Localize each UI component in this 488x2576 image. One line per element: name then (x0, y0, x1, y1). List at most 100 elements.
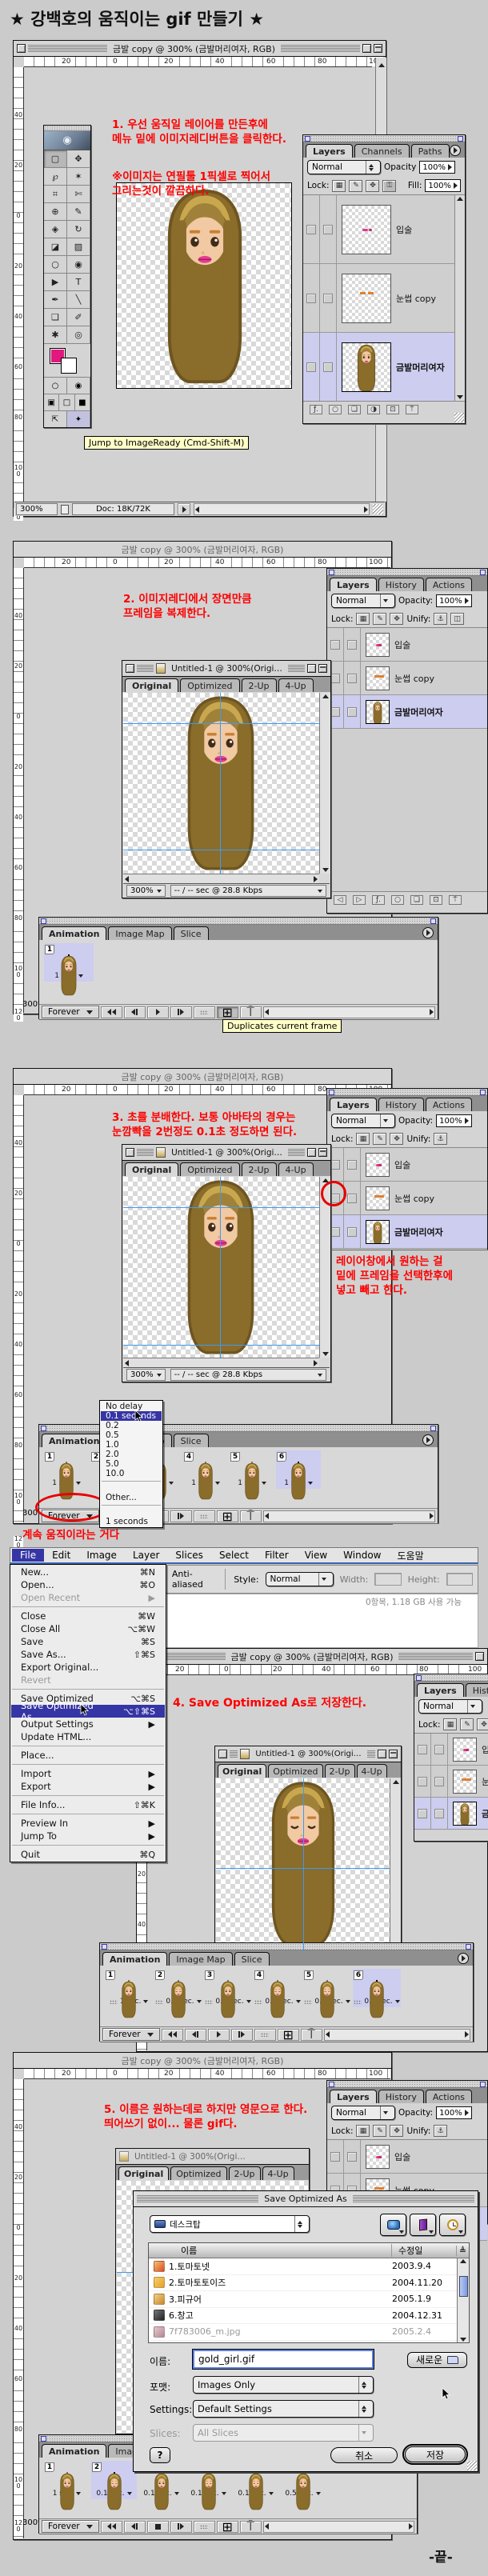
file-row[interactable]: 7f783006_m.jpg 2005.2.4 (149, 2324, 469, 2341)
recent-button[interactable] (439, 2214, 466, 2236)
palette-tab[interactable]: Histo (466, 1683, 488, 1697)
canvas[interactable] (123, 1177, 319, 1358)
next-frame-button[interactable] (170, 1006, 192, 1018)
resize-grip[interactable] (467, 2461, 477, 2470)
vertical-scrollbar[interactable] (319, 693, 330, 874)
canvas[interactable] (123, 693, 319, 874)
timing-status[interactable]: -- / -- sec @ 28.8 Kbps (170, 1369, 326, 1381)
palette-drag-bar[interactable] (414, 1674, 488, 1682)
next-frame-button[interactable] (231, 2029, 253, 2041)
play-button[interactable] (147, 1006, 169, 1018)
favorites-button[interactable] (410, 2214, 436, 2236)
layer-thumbnail[interactable] (366, 1186, 390, 1210)
collapse-box-icon[interactable] (318, 664, 327, 673)
layer-mask-icon[interactable]: ○ (391, 895, 404, 905)
layer-link-cell[interactable] (344, 662, 361, 694)
list-scrollbar[interactable] (457, 2258, 469, 2342)
palette-tab[interactable]: Layers (330, 2090, 377, 2103)
file-menu-item[interactable]: Quit⌘Q (11, 1848, 165, 1861)
layer-thumbnail[interactable] (366, 633, 390, 657)
name-column-header[interactable]: 이름 (149, 2244, 392, 2257)
layer-visibility-cell[interactable] (303, 195, 320, 263)
view-tab[interactable]: 2-Up (229, 2166, 261, 2180)
lock-transparency-icon[interactable]: ▦ (356, 1133, 370, 1145)
file-menu-item[interactable] (12, 1764, 164, 1765)
palette-tab[interactable]: Image Map (108, 926, 171, 940)
palette-tab[interactable]: History (378, 1098, 424, 1111)
delay-menu-item[interactable]: 0.1 seconds (101, 1411, 162, 1421)
palette-tab[interactable]: Image Map (169, 1952, 232, 1966)
opacity-value[interactable]: 100% (419, 161, 455, 174)
zoom-select[interactable]: 300% (126, 885, 166, 897)
animation-frame[interactable]: 2 0.1 sec. (154, 1969, 202, 2007)
frames-scrollbar[interactable] (263, 1006, 435, 1018)
menubar-item[interactable]: Window (335, 1549, 389, 1562)
view-tab[interactable]: 4-Up (357, 1764, 387, 1778)
layer-link-cell[interactable] (320, 195, 337, 263)
standard-mode-button[interactable]: ○ (44, 378, 67, 394)
zoom-box-icon[interactable] (307, 664, 316, 673)
layer-visibility-cell[interactable] (303, 264, 320, 332)
view-tab[interactable]: Optimized (268, 1764, 322, 1778)
layer-link-cell[interactable] (344, 1215, 361, 1248)
delay-menu-item[interactable]: 0.2 (101, 1421, 162, 1430)
layer-thumbnail[interactable] (366, 666, 390, 690)
lock-move-icon[interactable]: ✥ (390, 1133, 403, 1145)
loop-select[interactable]: Forever (42, 1006, 99, 1018)
resize-grip[interactable] (454, 413, 464, 422)
tool-button[interactable]: ▶ (44, 274, 67, 291)
menubar-item[interactable]: Layer (125, 1549, 167, 1562)
file-row[interactable]: 2.토마토토이즈 2004.11.20 (149, 2275, 469, 2292)
tool-button[interactable]: ↻ (67, 221, 90, 238)
tool-button[interactable]: ⌗ (44, 186, 67, 203)
new-layer-icon[interactable]: ⊡ (386, 405, 399, 414)
layer-row[interactable]: 금발머리여자 (414, 1798, 488, 1830)
layer-row[interactable]: 입술 (327, 2140, 487, 2174)
view-tab[interactable]: Original (125, 1162, 178, 1176)
tween-button[interactable] (194, 2521, 215, 2533)
delay-menu-item[interactable]: No delay (101, 1402, 162, 1411)
page-preview-icon[interactable] (61, 505, 69, 514)
file-menu-item[interactable]: Jump To▶ (11, 1830, 165, 1842)
height-field[interactable] (446, 1573, 473, 1586)
zoom-level-field[interactable]: 300% (16, 503, 58, 515)
toolbox-drag-bar[interactable] (44, 126, 90, 131)
location-select[interactable]: 데스크탑 (150, 2215, 310, 2233)
palette-tab[interactable]: Actions (426, 578, 472, 591)
tween-button[interactable] (194, 1006, 215, 1018)
delete-frame-button[interactable]: ⍑ (240, 1006, 262, 1018)
palette-scrollbar[interactable] (454, 195, 465, 401)
lock-transparency-icon[interactable]: ▦ (356, 2125, 370, 2137)
previous-frame-button[interactable] (185, 2029, 206, 2041)
window-titlebar[interactable]: Untitled-1 @ 300%(Origi… (122, 1145, 330, 1161)
file-row[interactable]: 1.토마토넷 2003.9.4 (149, 2258, 469, 2275)
layer-row[interactable]: 눈썹 copy (327, 1182, 487, 1215)
layer-name[interactable]: 입술 (394, 1158, 410, 1171)
delay-menu-item[interactable]: 1 seconds (101, 1517, 162, 1526)
menubar-item[interactable]: Edit (44, 1549, 78, 1562)
file-menu-item[interactable]: Close All⌥⌘W (11, 1622, 165, 1635)
lock-all-icon[interactable]: ⚿ (382, 180, 396, 192)
view-tab[interactable]: 4-Up (278, 678, 314, 692)
settings-select[interactable]: Default Settings (193, 2400, 374, 2418)
delay-menu-item[interactable]: 10.0 (101, 1469, 162, 1478)
tool-button[interactable]: ✥ (67, 150, 90, 168)
unify-visibility-icon[interactable]: ◫ (450, 613, 464, 625)
zoom-box-icon[interactable] (362, 44, 371, 53)
palette-menu-icon[interactable] (422, 927, 434, 938)
width-field[interactable] (374, 1573, 401, 1586)
previous-frame-icon[interactable]: ◁ (334, 895, 346, 905)
file-menu-item[interactable] (12, 1689, 164, 1690)
tool-button[interactable]: ▢ (44, 150, 67, 168)
lock-paint-icon[interactable]: ✎ (460, 1718, 474, 1730)
palette-drag-bar[interactable] (327, 569, 487, 576)
delete-layer-icon[interactable]: ⍑ (406, 405, 418, 414)
layer-name[interactable]: 입술 (394, 2150, 410, 2163)
zoom-box-icon[interactable] (307, 1148, 316, 1157)
palette-tab[interactable]: History (378, 2090, 424, 2103)
lock-move-icon[interactable]: ✥ (390, 2125, 403, 2137)
layer-link-cell[interactable] (320, 333, 337, 401)
palette-drag-bar[interactable] (100, 1943, 473, 1950)
delay-menu-item[interactable]: 2.0 (101, 1450, 162, 1459)
menubar-item[interactable]: 도움말 (390, 1548, 432, 1563)
